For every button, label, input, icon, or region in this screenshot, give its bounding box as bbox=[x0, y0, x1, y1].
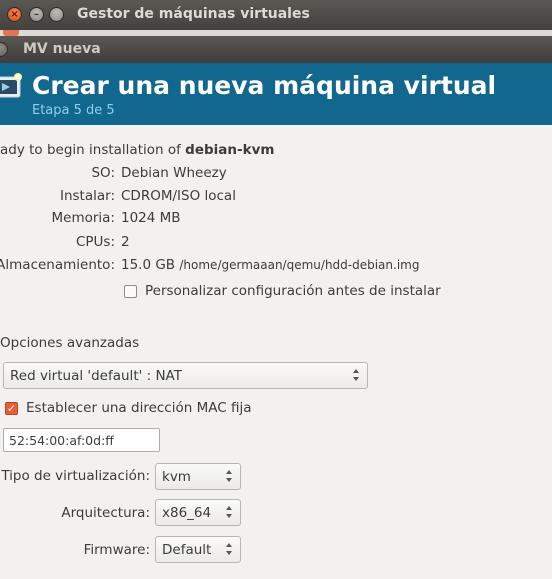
updown-arrows-icon bbox=[226, 470, 233, 482]
storage-path: /home/germaaan/qemu/hdd-debian.img bbox=[179, 258, 420, 272]
network-select-value: Red virtual 'default' : NAT bbox=[10, 368, 182, 384]
mac-address-field[interactable]: 52:54:00:af:0d:ff bbox=[3, 428, 160, 452]
firmware-select[interactable]: Default bbox=[155, 536, 241, 563]
wizard-content: ady to begin installation of debian-kvm … bbox=[0, 125, 552, 579]
firmware-label: Firmware: bbox=[83, 542, 150, 558]
network-select[interactable]: Red virtual 'default' : NAT bbox=[3, 362, 368, 389]
parent-window-titlebar: × – Gestor de máquinas virtuales bbox=[0, 0, 552, 30]
install-value: CDROM/ISO local bbox=[121, 188, 236, 204]
dialog-title: MV nueva bbox=[23, 41, 101, 57]
updown-arrows-icon bbox=[226, 543, 233, 555]
storage-label: Almacenamiento: bbox=[0, 257, 115, 273]
maximize-window-button[interactable] bbox=[49, 7, 64, 22]
firmware-value: Default bbox=[162, 542, 212, 558]
updown-arrows-icon bbox=[226, 506, 233, 518]
parent-window-title: Gestor de máquinas virtuales bbox=[77, 6, 310, 22]
os-label: SO: bbox=[91, 165, 115, 181]
customize-label[interactable]: Personalizar configuración antes de inst… bbox=[145, 283, 441, 299]
arch-label: Arquitectura: bbox=[61, 505, 150, 521]
mac-checkbox[interactable]: ✓ bbox=[5, 402, 18, 415]
virtual-machine-icon bbox=[0, 73, 22, 98]
virt-type-select[interactable]: kvm bbox=[155, 463, 241, 490]
ready-message: ady to begin installation of debian-kvm bbox=[0, 142, 274, 158]
memory-label: Memoria: bbox=[51, 210, 116, 226]
virt-type-label: Tipo de virtualización: bbox=[1, 468, 150, 484]
wizard-title: Crear una nueva máquina virtual bbox=[32, 71, 497, 100]
memory-value: 1024 MB bbox=[121, 210, 181, 226]
dialog-close-button[interactable] bbox=[0, 42, 8, 57]
mac-checkbox-label[interactable]: Establecer una dirección MAC fija bbox=[26, 400, 251, 416]
vm-name: debian-kvm bbox=[185, 142, 275, 158]
ready-message-prefix: ady to begin installation of bbox=[0, 142, 186, 158]
close-window-button[interactable]: × bbox=[7, 7, 22, 22]
advanced-options-heading: Opciones avanzadas bbox=[0, 335, 140, 351]
virt-type-value: kvm bbox=[162, 469, 191, 485]
wizard-step: Etapa 5 de 5 bbox=[32, 103, 115, 118]
dialog-titlebar: MV nueva bbox=[0, 36, 552, 63]
storage-value: 15.0 GB /home/germaaan/qemu/hdd-debian.i… bbox=[121, 257, 419, 273]
minimize-window-button[interactable]: – bbox=[29, 7, 44, 22]
cpus-value: 2 bbox=[121, 234, 130, 250]
install-label: Instalar: bbox=[59, 188, 115, 204]
os-value: Debian Wheezy bbox=[121, 165, 227, 181]
cpus-label: CPUs: bbox=[75, 234, 115, 250]
storage-size: 15.0 GB bbox=[121, 257, 176, 273]
updown-arrows-icon bbox=[353, 369, 360, 381]
customize-checkbox[interactable] bbox=[124, 285, 137, 298]
wizard-header: Crear una nueva máquina virtual Etapa 5 … bbox=[0, 63, 552, 125]
arch-select[interactable]: x86_64 bbox=[155, 499, 241, 526]
mac-address-value: 52:54:00:af:0d:ff bbox=[9, 433, 114, 448]
arch-value: x86_64 bbox=[162, 505, 212, 521]
